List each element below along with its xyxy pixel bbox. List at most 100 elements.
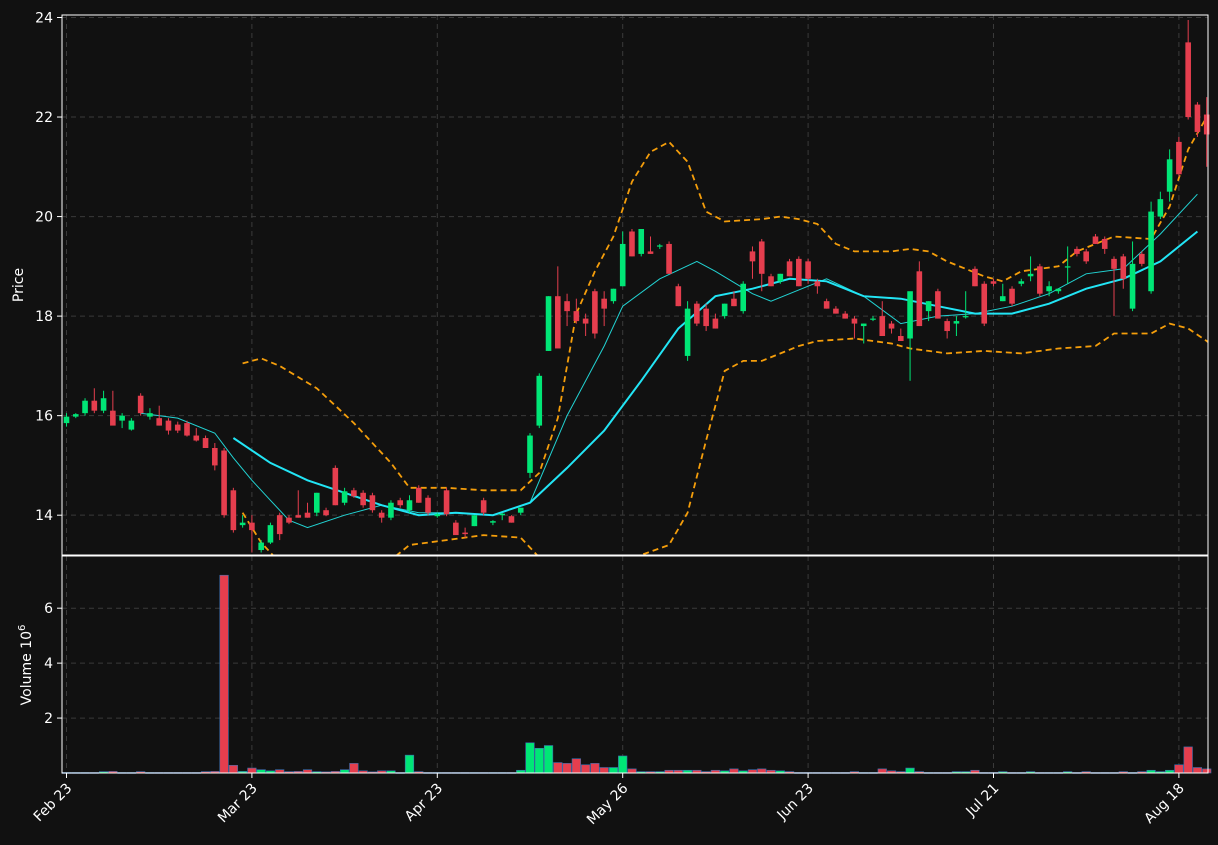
candle-body — [962, 316, 969, 318]
candle-body — [1074, 248, 1080, 254]
candle-body — [981, 283, 988, 324]
price-panel-frame — [61, 14, 1209, 556]
candle-body — [397, 500, 404, 506]
upper-band-line — [242, 116, 1208, 492]
candle-body — [276, 515, 283, 535]
candle-body — [1194, 104, 1201, 132]
candle-body — [110, 410, 116, 426]
candle-body — [888, 323, 895, 329]
candle-body — [758, 241, 765, 274]
candle-body — [805, 261, 811, 279]
candle-body — [666, 243, 672, 274]
candle-body — [860, 323, 867, 327]
volume-exponent-power: 6 — [17, 625, 28, 631]
volume-bar — [1202, 768, 1212, 774]
volume-label-text: Volume — [19, 653, 35, 705]
candle-body — [814, 281, 821, 287]
volume-exponent-base: 10 — [19, 631, 35, 649]
candle-body — [221, 450, 227, 516]
candle-body — [239, 522, 246, 526]
volume-gridlines — [62, 556, 1208, 773]
candle-body — [796, 258, 802, 287]
candle-body — [415, 487, 422, 503]
candle-body — [63, 416, 70, 424]
volume-bar — [562, 763, 572, 774]
candle-body — [1027, 273, 1034, 277]
candle-body — [675, 286, 682, 307]
candle-body — [647, 251, 654, 254]
candle-body — [286, 517, 292, 523]
price-gridlines — [62, 15, 1208, 555]
candle-body — [91, 400, 98, 411]
volume-bar — [590, 763, 600, 774]
candle-body — [1203, 114, 1210, 135]
candle-body — [999, 296, 1006, 302]
candle-body — [953, 321, 960, 324]
volume-bar — [228, 765, 238, 774]
volume-bars — [61, 574, 1212, 774]
x-tick-label: Jun 23 — [774, 781, 817, 824]
candle-body — [332, 467, 339, 506]
candle-body — [267, 525, 274, 543]
candle-body — [925, 301, 932, 312]
volume-bar — [553, 762, 563, 774]
candle-body — [202, 438, 209, 448]
candle-body — [545, 296, 552, 351]
candle-body — [907, 291, 913, 339]
candle-body — [351, 490, 357, 497]
volume-bar — [219, 574, 229, 774]
candle-body — [935, 291, 941, 319]
candle-body — [1176, 141, 1182, 175]
volume-bar — [404, 754, 415, 774]
volume-bar — [1174, 764, 1184, 774]
candle-body — [684, 308, 691, 356]
candle-body — [147, 413, 153, 417]
candle-body — [406, 500, 413, 511]
candle-body — [842, 313, 848, 319]
candle-body — [249, 522, 255, 531]
volume-axis-ticks: 2 4 6 — [44, 601, 62, 727]
candle-body — [462, 532, 468, 535]
candle-body — [536, 375, 543, 426]
candle-body — [1185, 42, 1191, 118]
candle-body — [72, 414, 79, 417]
volume-bar — [571, 758, 581, 774]
candle-body — [369, 495, 376, 511]
candle-body — [258, 542, 264, 551]
candle-body — [1009, 288, 1015, 304]
volume-bar — [608, 767, 619, 774]
volume-bar — [627, 768, 637, 774]
candle-body — [1037, 266, 1043, 294]
candle-body — [823, 301, 830, 309]
candle-body — [341, 491, 348, 503]
volume-bar — [729, 768, 739, 774]
price-tick-label: 24 — [35, 10, 53, 26]
candle-body — [1139, 253, 1145, 264]
lower-band-line — [241, 322, 1208, 555]
date-axis-ticks: Feb 23 Mar 23 Apr 23 May 26 Jun 23 Jul 21 Aug … — [31, 773, 1188, 828]
candle-body — [1055, 288, 1062, 292]
candle-body — [555, 296, 561, 349]
candle-body — [174, 424, 181, 431]
candle-body — [972, 268, 978, 287]
candle-body — [768, 276, 774, 287]
candle-body — [128, 420, 135, 430]
candle-body — [1101, 238, 1108, 249]
volume-bar — [618, 755, 628, 774]
candle-body — [443, 490, 450, 515]
candle-body — [582, 318, 589, 324]
candle-body — [230, 490, 237, 531]
candle-body — [1129, 263, 1136, 309]
candles — [63, 19, 1210, 553]
volume-axis-label: Volume 106 — [17, 625, 35, 706]
candle-body — [1157, 199, 1164, 217]
candle-body — [703, 308, 709, 327]
volume-bar — [757, 768, 767, 774]
volume-tick-label: 2 — [44, 711, 53, 727]
price-tick-label: 14 — [35, 508, 53, 524]
price-tick-label: 20 — [35, 210, 53, 226]
candle-body — [212, 447, 218, 466]
candle-body — [360, 492, 366, 506]
volume-bar — [581, 764, 591, 774]
candlestick-chart: 141618202224 246 Feb 23 Mar 23 Apr 23 May 2… — [11, 10, 1212, 828]
